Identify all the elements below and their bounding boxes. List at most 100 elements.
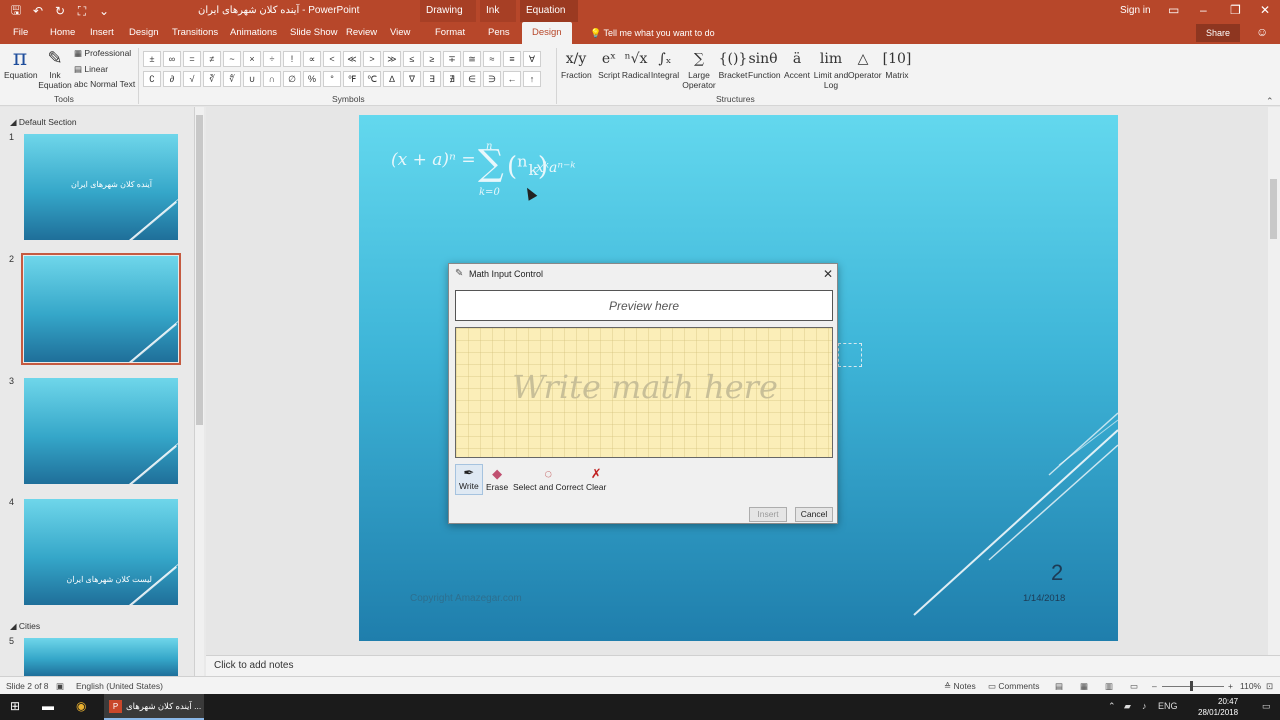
symbol-button[interactable]: ∪ <box>243 71 261 87</box>
equation-left[interactable]: (x + a)ⁿ = <box>391 150 476 170</box>
symbol-button[interactable]: ∞ <box>163 51 181 67</box>
symbol-button[interactable]: ∇ <box>403 71 421 87</box>
symbol-button[interactable]: ~ <box>223 51 241 67</box>
symbol-button[interactable]: ℉ <box>343 71 361 87</box>
symbol-button[interactable]: ° <box>323 71 341 87</box>
structure-button-radical[interactable]: ⁿ√x Radical <box>621 48 651 80</box>
symbol-button[interactable]: > <box>363 51 381 67</box>
customize-qat-icon[interactable]: ⌄ <box>96 3 112 19</box>
symbol-button[interactable]: < <box>323 51 341 67</box>
structure-button-bracket[interactable]: {()} Bracket <box>718 48 748 80</box>
normal-view-icon[interactable]: ▤ <box>1055 681 1063 692</box>
symbol-button[interactable]: ℃ <box>363 71 381 87</box>
scrollbar-thumb[interactable] <box>1270 179 1277 239</box>
slide-thumbnail-1[interactable]: آینده کلان شهرهای ایران <box>24 134 178 240</box>
symbol-button[interactable]: ! <box>283 51 301 67</box>
language-status[interactable]: English (United States) <box>76 681 163 691</box>
symbol-button[interactable]: ∝ <box>303 51 321 67</box>
symbol-button[interactable]: ∈ <box>463 71 481 87</box>
symbol-button[interactable]: ≡ <box>503 51 521 67</box>
zoom-level[interactable]: 110% <box>1240 681 1261 691</box>
tab-file[interactable]: File <box>13 22 28 44</box>
erase-tool-button[interactable]: ◆ Erase <box>486 466 508 492</box>
ink-equation-button[interactable]: ✎ Ink Equation <box>38 48 72 90</box>
tab-slide-show[interactable]: Slide Show <box>290 22 338 44</box>
windows-start-icon[interactable]: ⊞ <box>10 699 20 713</box>
symbol-button[interactable]: ↑ <box>523 71 541 87</box>
tab-pens[interactable]: Pens <box>488 22 510 44</box>
tab-transitions[interactable]: Transitions <box>172 22 218 44</box>
clear-tool-button[interactable]: ✗ Clear <box>586 466 606 492</box>
redo-icon[interactable]: ↻ <box>52 3 68 19</box>
section-cities[interactable]: ◢ Cities <box>10 621 40 632</box>
taskbar-clock[interactable]: 20:47 28/01/2018 <box>1198 696 1238 718</box>
cancel-button[interactable]: Cancel <box>795 507 833 522</box>
volume-icon[interactable]: ♪ <box>1142 701 1147 711</box>
ribbon-display-icon[interactable]: ▭ <box>1168 3 1179 17</box>
keyboard-lang[interactable]: ENG <box>1158 701 1178 711</box>
structure-button-operator[interactable]: △ Operator <box>848 48 882 80</box>
structure-button-fraction[interactable]: x/y Fraction <box>561 48 592 80</box>
close-window-icon[interactable]: ✕ <box>1260 3 1270 17</box>
symbol-button[interactable]: ≫ <box>383 51 401 67</box>
symbol-button[interactable]: ≥ <box>423 51 441 67</box>
structure-button-limit-and[interactable]: lim Limit and Log <box>812 48 850 90</box>
symbol-button[interactable]: ∓ <box>443 51 461 67</box>
symbol-button[interactable]: = <box>183 51 201 67</box>
write-tool-button[interactable]: ✒ Write <box>455 464 483 495</box>
equation-button[interactable]: π Equation <box>4 48 38 81</box>
restore-icon[interactable]: ❐ <box>1230 3 1241 17</box>
symbol-button[interactable]: ∄ <box>443 71 461 87</box>
scrollbar-thumb[interactable] <box>196 115 203 425</box>
normal-text-option[interactable]: abc Normal Text <box>74 79 135 89</box>
insert-button[interactable]: Insert <box>749 507 787 522</box>
slide-sorter-icon[interactable]: ▦ <box>1080 681 1088 692</box>
symbol-button[interactable]: ≪ <box>343 51 361 67</box>
tab-view[interactable]: View <box>390 22 410 44</box>
collapse-ribbon-icon[interactable]: ⌃ <box>1266 96 1274 107</box>
spellcheck-icon[interactable]: ▣ <box>56 681 64 692</box>
file-explorer-icon[interactable]: ▬ <box>42 699 54 713</box>
symbol-button[interactable]: ≠ <box>203 51 221 67</box>
symbol-button[interactable]: ≅ <box>463 51 481 67</box>
slide-thumbnail-4[interactable]: لیست کلان شهرهای ایران <box>24 499 178 605</box>
symbol-button[interactable]: ∋ <box>483 71 501 87</box>
symbol-button[interactable]: ≈ <box>483 51 501 67</box>
symbol-button[interactable]: ∆ <box>383 71 401 87</box>
slide-thumbnail-3[interactable] <box>24 378 178 484</box>
chrome-icon[interactable]: ◉ <box>76 699 86 713</box>
structure-button-function[interactable]: sinθ Function <box>748 48 781 80</box>
sign-in-link[interactable]: Sign in <box>1120 5 1151 16</box>
taskbar-powerpoint-app[interactable]: P آینده کلان شهرهای ... <box>104 694 204 720</box>
save-icon[interactable]: 🖫 <box>8 3 24 19</box>
tab-review[interactable]: Review <box>346 22 377 44</box>
structure-button-accent[interactable]: ä Accent <box>782 48 812 80</box>
symbol-button[interactable]: ≤ <box>403 51 421 67</box>
fit-slide-icon[interactable]: ⊡ <box>1266 681 1273 692</box>
notifications-icon[interactable]: ▭ <box>1262 701 1271 712</box>
tab-format[interactable]: Format <box>435 22 465 44</box>
structure-button-script[interactable]: eˣ Script <box>594 48 624 80</box>
selection-handles[interactable] <box>838 343 862 367</box>
zoom-in-icon[interactable]: + <box>1228 681 1233 691</box>
notes-pane[interactable]: Click to add notes <box>206 655 1280 676</box>
undo-icon[interactable]: ↶ <box>30 3 46 19</box>
slide-thumbnail-2[interactable] <box>21 253 181 365</box>
symbol-button[interactable]: ∃ <box>423 71 441 87</box>
present-icon[interactable]: ⛶ <box>74 3 90 19</box>
linear-option[interactable]: ▤ Linear <box>74 64 108 75</box>
share-button[interactable]: Share <box>1196 24 1240 42</box>
zoom-out-icon[interactable]: – <box>1152 681 1157 691</box>
tab-home[interactable]: Home <box>50 22 75 44</box>
tab-animations[interactable]: Animations <box>230 22 277 44</box>
section-default[interactable]: ◢ Default Section <box>10 117 77 128</box>
reading-view-icon[interactable]: ▥ <box>1105 681 1113 692</box>
zoom-slider-knob[interactable] <box>1190 681 1193 691</box>
tab-equation-design[interactable]: Design <box>522 22 572 44</box>
main-scrollbar[interactable] <box>1268 107 1280 655</box>
tab-insert[interactable]: Insert <box>90 22 114 44</box>
slide-thumbnail-5[interactable] <box>24 638 178 676</box>
minimize-icon[interactable]: – <box>1200 3 1207 17</box>
symbol-button[interactable]: × <box>243 51 261 67</box>
structure-button-integral[interactable]: ∫ₓ Integral <box>650 48 680 80</box>
